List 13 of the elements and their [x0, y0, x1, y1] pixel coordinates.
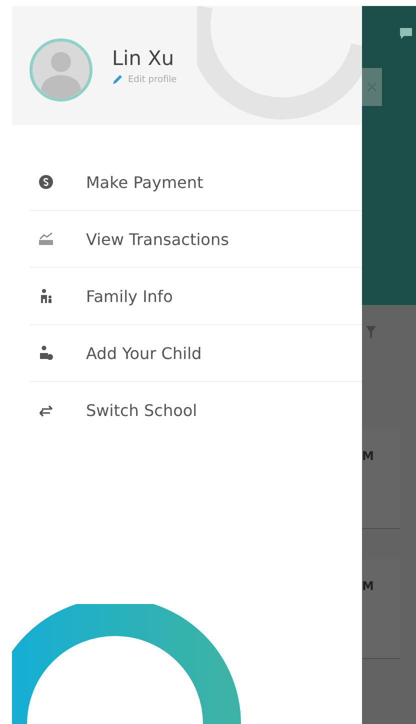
- chat-bubble-icon[interactable]: [399, 26, 413, 40]
- avatar-icon: [29, 38, 93, 102]
- time-text: M: [362, 579, 374, 593]
- time-text: M: [362, 449, 374, 463]
- user-name: Lin Xu: [112, 46, 176, 70]
- filter-icon: [366, 325, 376, 339]
- pencil-icon: [112, 74, 123, 85]
- menu-item[interactable]: Switch School: [30, 382, 362, 439]
- dollar-coin-icon: [38, 174, 54, 190]
- swap-arrows-icon: [38, 402, 54, 418]
- family-icon: [38, 288, 54, 304]
- chart-icon: [38, 231, 54, 247]
- person-add-icon: [38, 345, 54, 361]
